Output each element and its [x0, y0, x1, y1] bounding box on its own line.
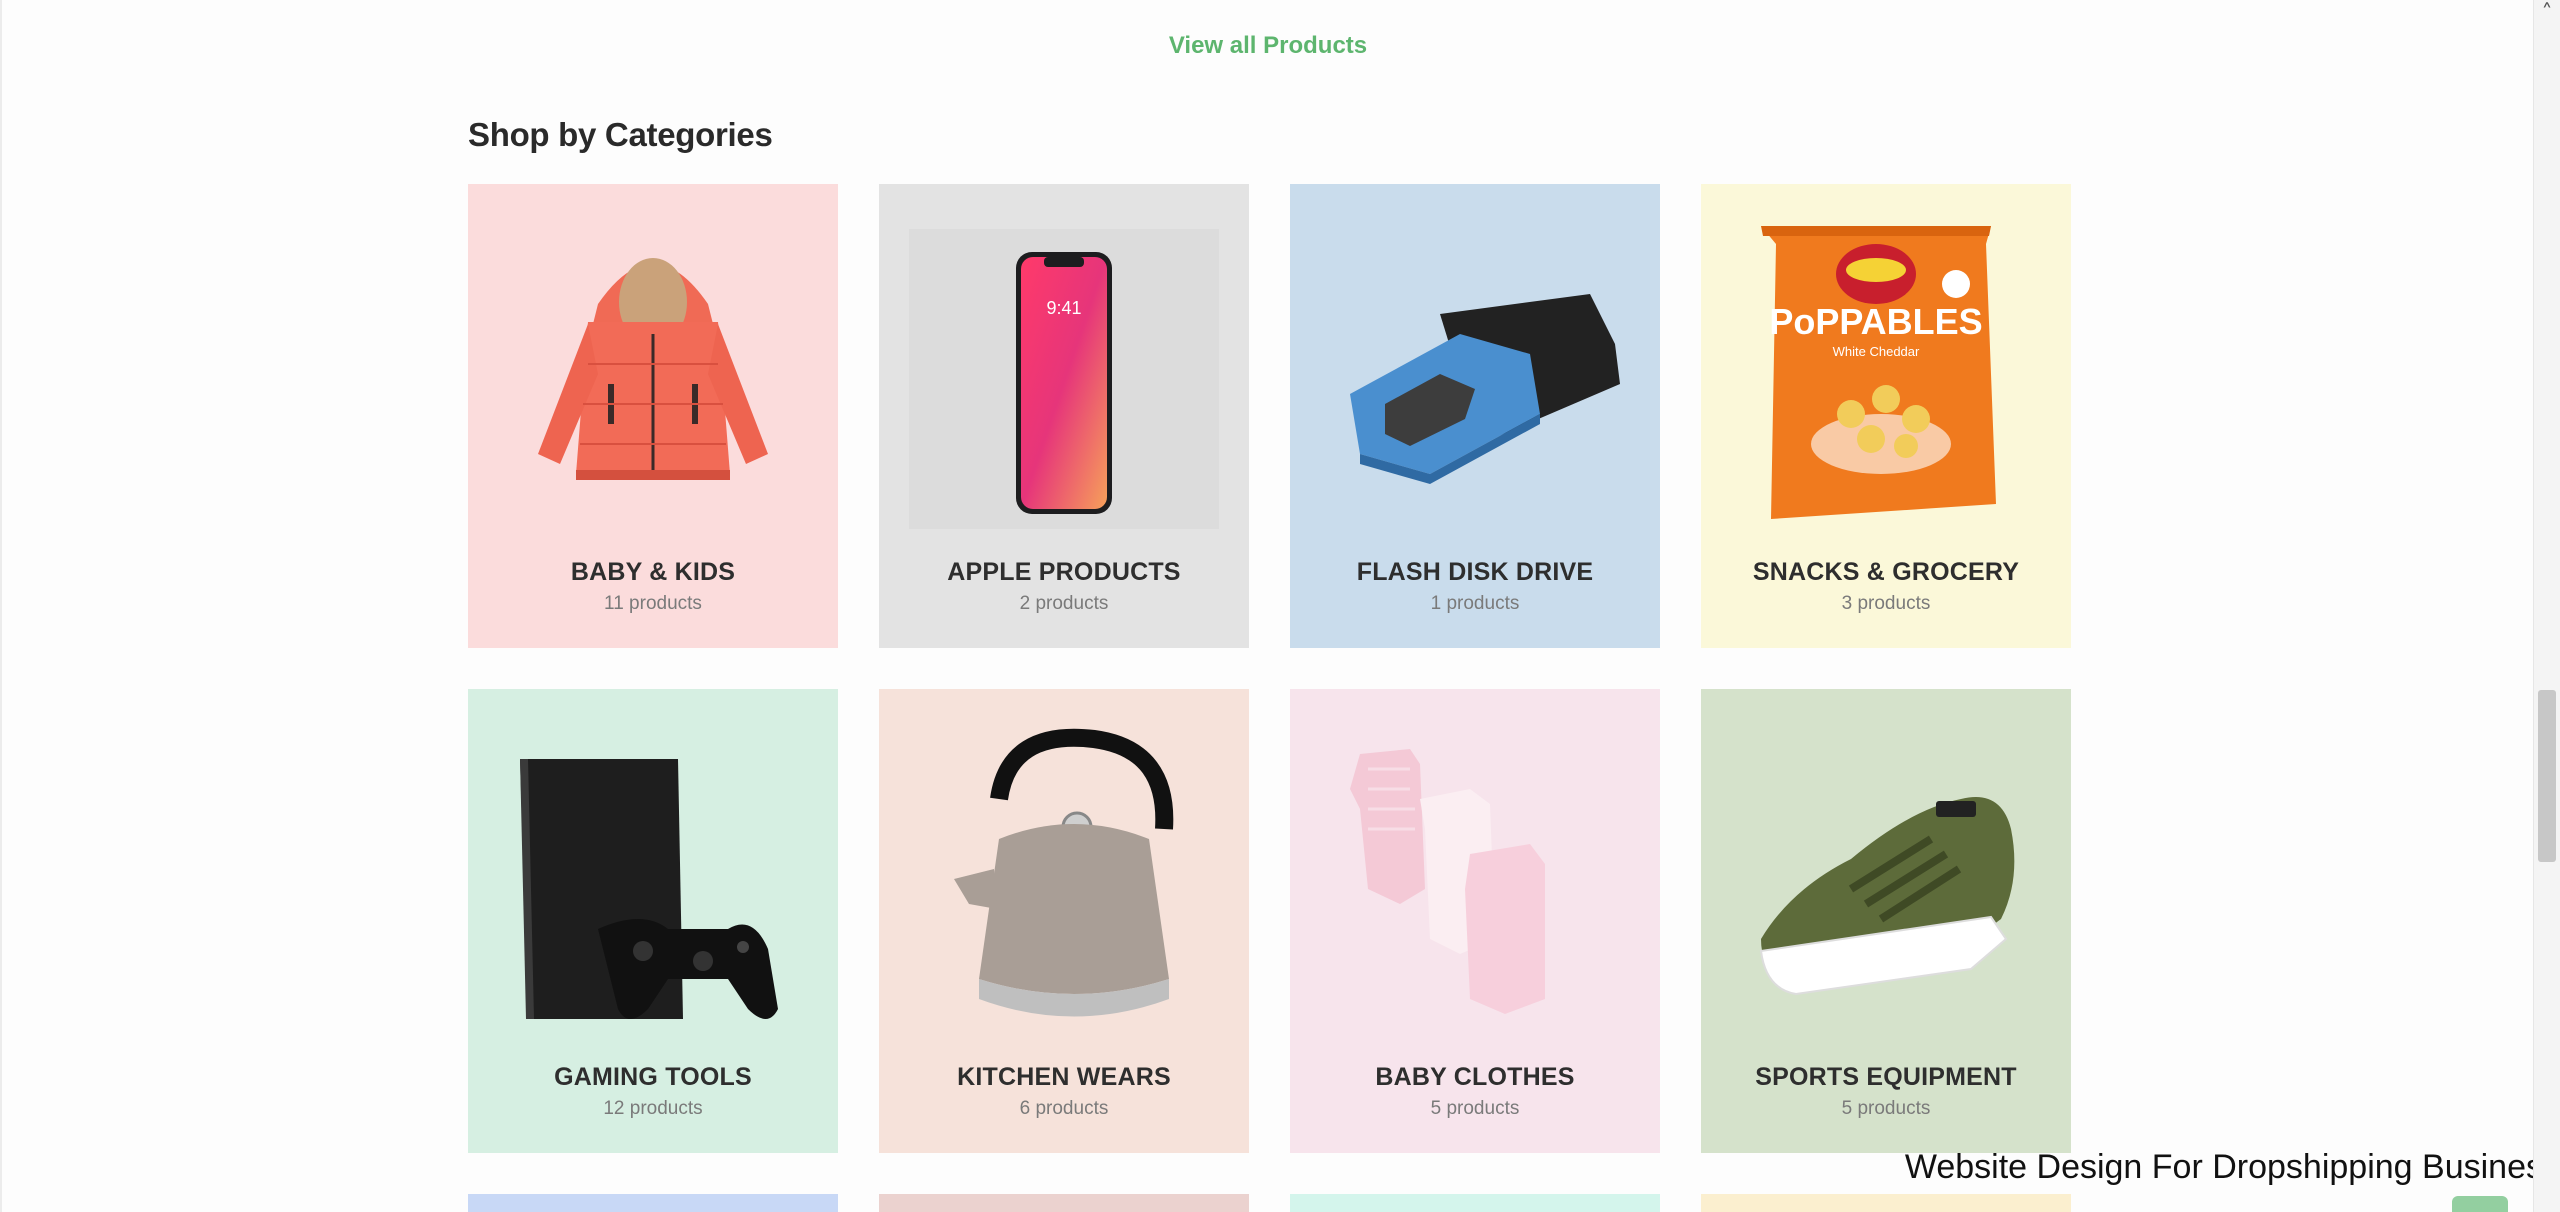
category-card-flash-disk-drive[interactable]: FLASH DISK DRIVE 1 products	[1290, 184, 1660, 648]
kettle-icon	[954, 728, 1174, 1017]
scrollbar-thumb[interactable]	[2538, 690, 2556, 862]
category-count: 11 products	[604, 593, 702, 614]
category-count: 12 products	[603, 1098, 703, 1119]
usb-drive-icon	[1350, 294, 1620, 484]
category-card-partial[interactable]	[1290, 1194, 1660, 1212]
smartphone-icon: 9:41	[909, 229, 1219, 529]
category-card-gaming-tools[interactable]: GAMING TOOLS 12 products	[468, 689, 838, 1153]
vertical-scrollbar[interactable]: ˄	[2533, 0, 2560, 1212]
category-count: 1 products	[1430, 593, 1520, 614]
category-count: 5 products	[1430, 1098, 1520, 1119]
category-name: GAMING TOOLS	[554, 1063, 752, 1091]
category-card-kitchen-wears[interactable]: KITCHEN WEARS 6 products	[879, 689, 1249, 1153]
category-card-sports-equipment[interactable]: SPORTS EQUIPMENT 5 products	[1701, 689, 2071, 1153]
red-jacket-icon	[538, 258, 768, 480]
category-count: 6 products	[1019, 1098, 1109, 1119]
scroll-up-arrow-icon[interactable]: ˄	[2537, 3, 2557, 25]
page-left-border	[0, 0, 2, 1212]
sneaker-icon	[1759, 797, 2015, 996]
view-all-products-link[interactable]: View all Products	[0, 32, 2536, 60]
svg-text:9:41: 9:41	[1046, 298, 1081, 318]
category-count: 5 products	[1841, 1098, 1931, 1119]
category-name: FLASH DISK DRIVE	[1356, 558, 1594, 586]
video-watermark: Website Design For Dropshipping Business	[1904, 1148, 2560, 1186]
category-card-partial[interactable]	[1701, 1194, 2071, 1212]
category-name: SNACKS & GROCERY	[1752, 558, 2020, 586]
category-card-partial[interactable]	[879, 1194, 1249, 1212]
category-card-apple-products[interactable]: 9:41 APPLE PRODUCTS 2 products	[879, 184, 1249, 648]
svg-text:White Cheddar: White Cheddar	[1833, 344, 1920, 359]
section-title: Shop by Categories	[468, 116, 773, 153]
svg-text:PoPPABLES: PoPPABLES	[1769, 301, 1982, 342]
category-name: BABY & KIDS	[570, 558, 736, 586]
category-count: 3 products	[1841, 593, 1931, 614]
category-name: SPORTS EQUIPMENT	[1755, 1063, 2017, 1091]
category-card-partial[interactable]	[468, 1194, 838, 1212]
category-name: KITCHEN WEARS	[957, 1063, 1171, 1091]
category-card-baby-clothes[interactable]: BABY CLOTHES 5 products	[1290, 689, 1660, 1153]
category-name: BABY CLOTHES	[1375, 1063, 1575, 1091]
category-card-snacks-grocery[interactable]: PoPPABLES White Cheddar SNACKS & GROCERY…	[1701, 184, 2071, 648]
category-card-baby-kids[interactable]: BABY & KIDS 11 products	[468, 184, 838, 648]
category-name: APPLE PRODUCTS	[947, 558, 1181, 586]
chips-bag-icon: PoPPABLES White Cheddar	[1761, 226, 1996, 519]
category-count: 2 products	[1019, 593, 1109, 614]
chat-widget-button[interactable]	[2452, 1196, 2508, 1212]
baby-bodysuits-icon	[1350, 749, 1545, 1014]
game-console-icon	[520, 759, 778, 1019]
